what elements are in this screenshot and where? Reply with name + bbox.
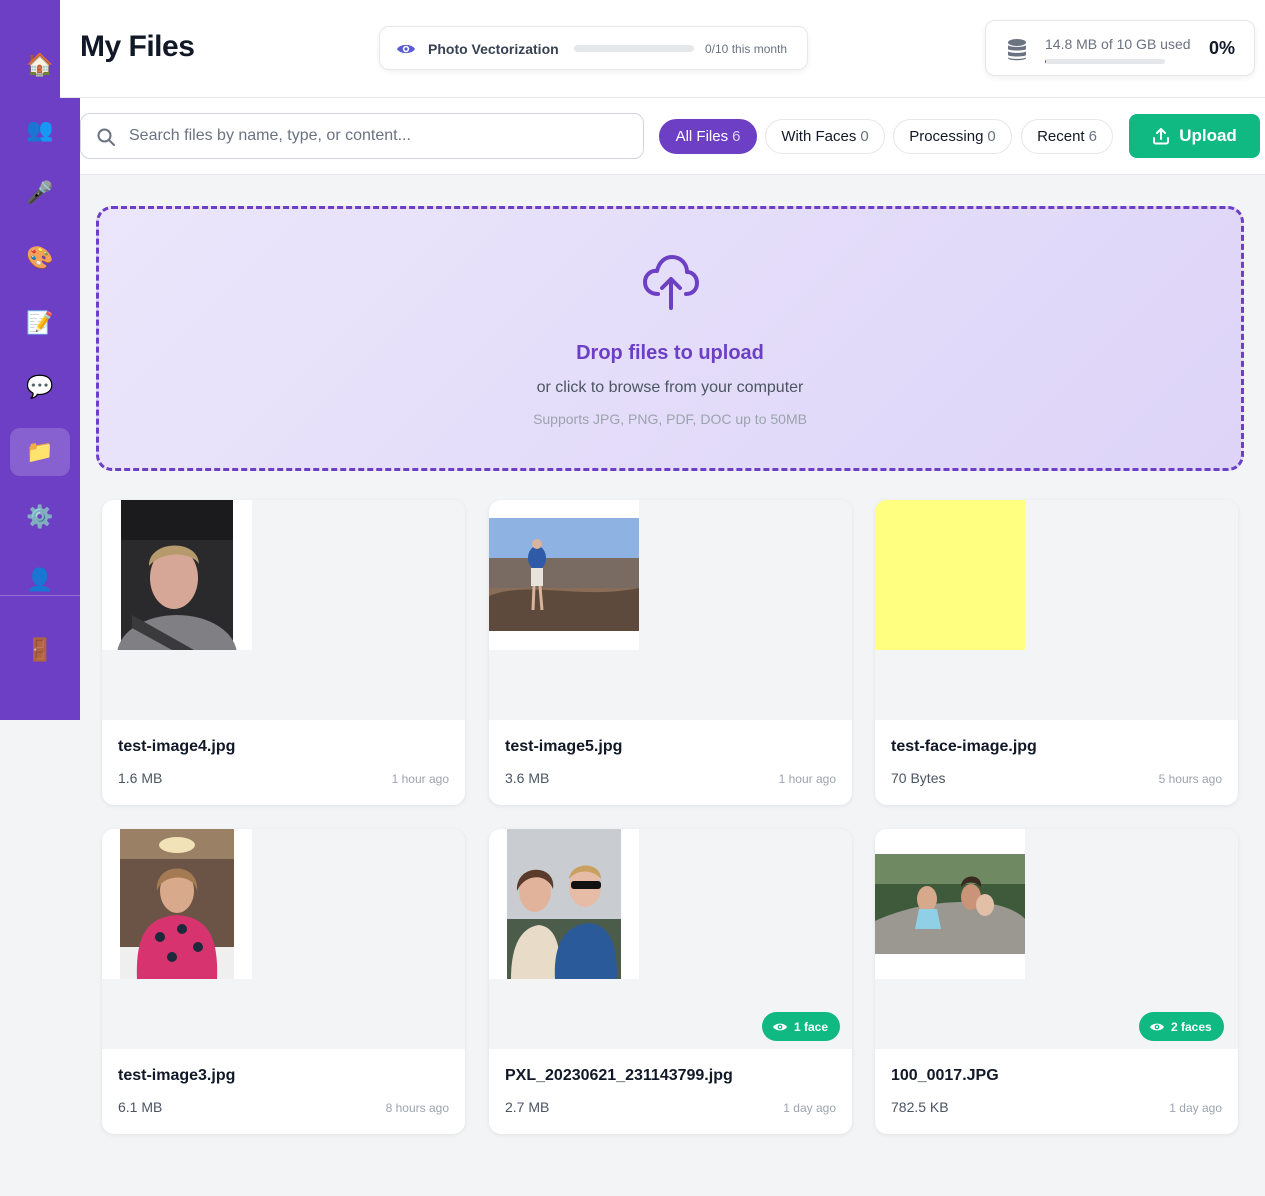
door-icon: 🚪: [26, 637, 54, 662]
cloud-upload-icon: [643, 255, 699, 310]
upload-button[interactable]: Upload: [1129, 114, 1260, 158]
file-thumbnail-area: [102, 829, 465, 1049]
upload-icon: [1153, 128, 1170, 145]
file-time: 1 hour ago: [778, 772, 836, 786]
home-icon: 🏠: [26, 52, 54, 77]
file-card[interactable]: 1 face PXL_20230621_231143799.jpg 2.7 MB…: [489, 829, 852, 1134]
storage-usage: 14.8 MB of 10 GB used 0%: [985, 20, 1255, 76]
filter-label: Processing: [909, 128, 984, 145]
sidebar-item-people[interactable]: 👥: [10, 106, 70, 154]
file-name: test-image3.jpg: [118, 1067, 236, 1084]
chat-bubble-icon: 💬: [26, 374, 54, 399]
file-card[interactable]: 2 faces 100_0017.JPG 782.5 KB 1 day ago: [875, 829, 1238, 1134]
microphone-icon: 🎤: [26, 180, 54, 205]
file-name: test-image4.jpg: [118, 738, 236, 755]
file-name: test-image5.jpg: [505, 738, 623, 755]
quota-label: Photo Vectorization: [428, 41, 559, 57]
sidebar-item-settings[interactable]: ⚙️: [10, 493, 70, 541]
sidebar-item-voice[interactable]: 🎤: [10, 169, 70, 217]
filter-with-faces[interactable]: With Faces 0: [765, 119, 885, 154]
search-icon: [97, 128, 115, 146]
palette-icon: 🎨: [26, 245, 54, 270]
file-thumbnail-area: [489, 500, 852, 720]
filter-label: All Files: [675, 128, 729, 145]
file-card[interactable]: test-image4.jpg 1.6 MB 1 hour ago: [102, 500, 465, 805]
sidebar-item-files[interactable]: 📁: [10, 428, 70, 476]
folder-icon: 📁: [26, 439, 54, 464]
gear-icon: ⚙️: [26, 504, 54, 529]
filter-processing[interactable]: Processing 0: [893, 119, 1012, 154]
file-size: 70 Bytes: [891, 770, 946, 786]
face-count-label: 2 faces: [1171, 1019, 1212, 1034]
storage-percent: 0%: [1209, 38, 1236, 58]
eye-icon: [773, 1023, 787, 1030]
file-size: 6.1 MB: [118, 1099, 163, 1115]
eye-icon: [397, 44, 415, 54]
sidebar-item-chat[interactable]: 💬: [10, 363, 70, 411]
toolbar: All Files 6 With Faces 0 Processing 0 Re…: [80, 98, 1265, 175]
quota-count: 0/10 this month: [705, 42, 788, 56]
sidebar-item-profile[interactable]: 👤: [10, 556, 70, 604]
face-count-label: 1 face: [794, 1019, 829, 1034]
storage-progress-bar: [1045, 59, 1165, 64]
file-thumbnail-area: [875, 500, 1238, 720]
face-count-badge: 1 face: [762, 1012, 841, 1041]
upload-dropzone[interactable]: Drop files to upload or click to browse …: [96, 206, 1244, 471]
users-icon: 👥: [26, 117, 54, 142]
filter-label: With Faces: [781, 128, 857, 145]
file-size: 3.6 MB: [505, 770, 550, 786]
file-time: 8 hours ago: [385, 1101, 449, 1115]
filter-all-files[interactable]: All Files 6: [659, 119, 757, 154]
filter-count: 6: [732, 128, 741, 145]
quota-progress-bar: [574, 45, 694, 52]
file-thumbnail-area: [102, 500, 465, 720]
file-thumbnail: [875, 500, 1025, 650]
file-thumbnail: [489, 500, 639, 650]
dropzone-subtitle: or click to browse from your computer: [536, 379, 804, 396]
dropzone-title: Drop files to upload: [576, 342, 764, 364]
file-time: 1 hour ago: [391, 772, 449, 786]
file-thumbnail: [102, 500, 252, 650]
user-icon: 👤: [26, 567, 54, 592]
filter-count: 6: [1088, 128, 1097, 145]
filter-count: 0: [860, 128, 869, 145]
file-card[interactable]: test-face-image.jpg 70 Bytes 5 hours ago: [875, 500, 1238, 805]
page-title: My Files: [80, 30, 195, 63]
sidebar-item-art[interactable]: 🎨: [10, 234, 70, 282]
dropzone-hint: Supports JPG, PNG, PDF, DOC up to 50MB: [533, 411, 807, 427]
memo-icon: 📝: [26, 310, 54, 335]
file-name: 100_0017.JPG: [891, 1067, 999, 1084]
file-time: 5 hours ago: [1158, 772, 1222, 786]
filter-count: 0: [987, 128, 996, 145]
vectorization-quota: Photo Vectorization 0/10 this month: [379, 26, 808, 70]
face-count-badge: 2 faces: [1139, 1012, 1224, 1041]
search-input[interactable]: [129, 114, 629, 158]
file-size: 1.6 MB: [118, 770, 163, 786]
search-box: [80, 113, 644, 159]
file-thumbnail: [102, 829, 252, 979]
filter-label: Recent: [1037, 128, 1085, 145]
eye-icon: [1150, 1023, 1164, 1030]
file-card[interactable]: test-image5.jpg 3.6 MB 1 hour ago: [489, 500, 852, 805]
file-thumbnail: [489, 829, 639, 979]
sidebar-divider: [0, 595, 80, 596]
file-time: 1 day ago: [783, 1101, 836, 1115]
file-card[interactable]: test-image3.jpg 6.1 MB 8 hours ago: [102, 829, 465, 1134]
database-icon: [1008, 39, 1026, 61]
upload-label: Upload: [1179, 126, 1237, 145]
file-name: PXL_20230621_231143799.jpg: [505, 1067, 733, 1084]
file-thumbnail: [875, 829, 1025, 979]
sidebar: 🏠 👥 🎤 🎨 📝 💬 📁 ⚙️ 👤 🚪: [0, 0, 80, 720]
sidebar-item-notes[interactable]: 📝: [10, 299, 70, 347]
sidebar-item-logout[interactable]: 🚪: [10, 626, 70, 674]
file-size: 782.5 KB: [891, 1099, 949, 1115]
storage-text: 14.8 MB of 10 GB used: [1045, 36, 1191, 52]
file-size: 2.7 MB: [505, 1099, 550, 1115]
filter-recent[interactable]: Recent 6: [1021, 119, 1113, 154]
header: My Files Photo Vectorization 0/10 this m…: [60, 0, 1265, 98]
file-name: test-face-image.jpg: [891, 738, 1037, 755]
file-time: 1 day ago: [1169, 1101, 1222, 1115]
